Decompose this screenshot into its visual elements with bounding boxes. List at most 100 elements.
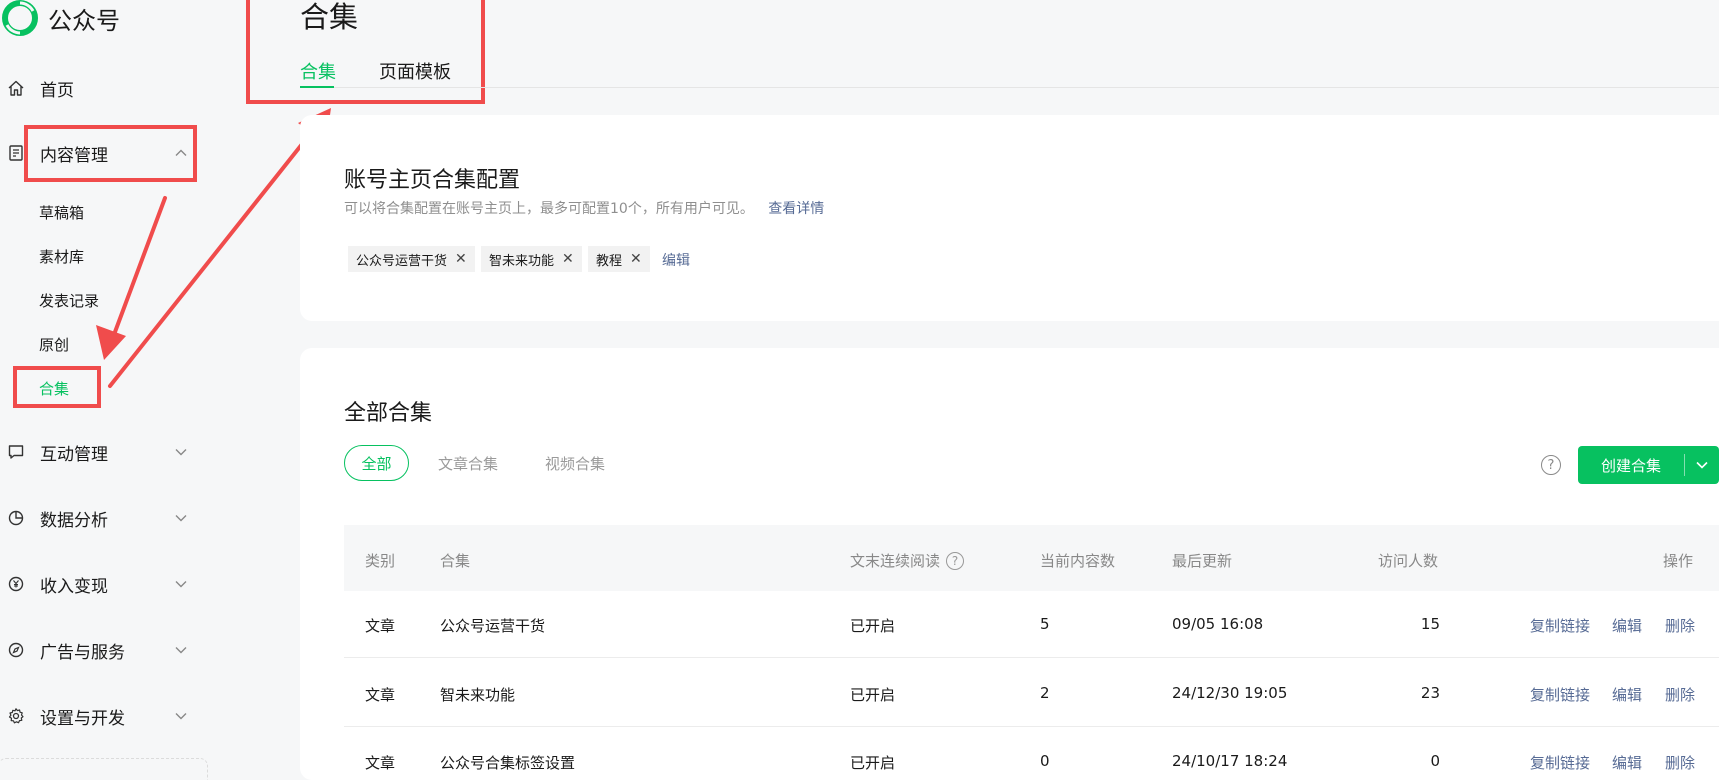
cell-visitors: 0 (1430, 752, 1440, 770)
sidebar-item-label: 首页 (40, 80, 74, 101)
sidebar-item-interaction[interactable]: 互动管理 (0, 432, 200, 472)
copy-link-button[interactable]: 复制链接 (1530, 752, 1590, 773)
sidebar-item-home[interactable]: 首页 (0, 68, 200, 108)
sidebar-item-label: 广告与服务 (40, 642, 125, 663)
sidebar-item-label: 互动管理 (40, 444, 108, 465)
edit-tags-link[interactable]: 编辑 (662, 250, 690, 270)
chevron-down-icon[interactable] (174, 643, 188, 657)
edit-button[interactable]: 编辑 (1612, 752, 1642, 773)
compass-icon (6, 640, 26, 660)
active-tab-indicator (300, 86, 334, 88)
column-header-content-count: 当前内容数 (1040, 552, 1116, 570)
sidebar-item-label: 设置与开发 (40, 708, 125, 729)
homepage-collection-config-card (300, 115, 1719, 321)
cell-last-updated: 24/10/17 18:24 (1172, 752, 1288, 770)
app-name: 公众号 (48, 6, 120, 35)
gear-icon (6, 706, 26, 726)
cell-collection-name: 公众号运营干货 (440, 617, 546, 635)
help-icon[interactable]: ? (1541, 455, 1561, 475)
chat-icon (6, 442, 26, 462)
chevron-down-icon[interactable] (174, 445, 188, 459)
delete-button[interactable]: 删除 (1665, 684, 1695, 705)
cell-type: 文章 (365, 754, 396, 772)
edit-button[interactable]: 编辑 (1612, 615, 1642, 636)
sidebar-item-content-management[interactable]: 内容管理 (0, 133, 200, 173)
pie-chart-icon (6, 508, 26, 528)
cell-collection-name: 智未来功能 (440, 686, 516, 704)
column-header-continuous-reading: 文末连续阅读 ? (850, 550, 965, 571)
create-collection-button[interactable]: 创建合集 (1578, 446, 1719, 484)
tag-label: 公众号运营干货 (356, 253, 448, 269)
yen-icon (6, 574, 26, 594)
filter-video-collections[interactable]: 视频合集 (545, 445, 605, 481)
close-icon[interactable]: ✕ (562, 251, 574, 267)
cell-continuous-reading: 已开启 (850, 686, 896, 704)
column-header-label: 文末连续阅读 (850, 552, 941, 570)
sidebar-subitem-materials[interactable]: 素材库 (39, 246, 84, 267)
sidebar-subitem-original[interactable]: 原创 (39, 334, 69, 355)
cell-visitors: 15 (1420, 615, 1440, 633)
close-icon[interactable]: ✕ (630, 251, 642, 267)
cell-collection-name: 公众号合集标签设置 (440, 754, 576, 772)
sidebar-item-label: 内容管理 (40, 145, 108, 166)
cell-continuous-reading: 已开启 (850, 617, 896, 635)
sidebar-subitem-drafts[interactable]: 草稿箱 (39, 202, 84, 223)
cell-last-updated: 24/12/30 19:05 (1172, 684, 1288, 702)
document-icon (6, 143, 26, 163)
wechat-logo-icon (2, 0, 38, 36)
tab-page-templates[interactable]: 页面模板 (379, 58, 451, 84)
create-collection-label: 创建合集 (1600, 456, 1661, 475)
tab-divider (300, 87, 1719, 88)
filter-all[interactable]: 全部 (344, 445, 409, 481)
chevron-down-icon (1696, 461, 1708, 469)
row-divider (344, 657, 1719, 658)
sidebar-item-label: 收入变现 (40, 576, 108, 597)
sidebar: 公众号 首页 内容管理 草稿箱 素材库 发表记录 原创 合集 互动管理 数据分析 (0, 0, 272, 780)
filter-article-collections[interactable]: 文章合集 (438, 445, 498, 481)
app-logo[interactable]: 公众号 (0, 0, 120, 36)
close-icon[interactable]: ✕ (455, 251, 467, 267)
sidebar-subitem-collections[interactable]: 合集 (39, 378, 69, 399)
create-collection-dropdown[interactable] (1685, 458, 1719, 472)
column-header-last-updated: 最后更新 (1172, 552, 1233, 570)
collection-tag: 公众号运营干货 ✕ (348, 246, 475, 272)
all-collections-title: 全部合集 (344, 401, 433, 426)
column-header-type: 类别 (365, 552, 396, 570)
chevron-up-icon[interactable] (174, 146, 188, 160)
column-header-visitors: 访问人数 (1378, 552, 1439, 570)
view-details-link[interactable]: 查看详情 (768, 201, 824, 217)
config-card-title: 账号主页合集配置 (344, 168, 521, 193)
config-description-text: 可以将合集配置在账号主页上，最多可配置10个，所有用户可见。 (344, 201, 754, 217)
cell-last-updated: 09/05 16:08 (1172, 615, 1264, 633)
sidebar-item-settings-dev[interactable]: 设置与开发 (0, 696, 200, 736)
copy-link-button[interactable]: 复制链接 (1530, 615, 1590, 636)
tab-collections[interactable]: 合集 (300, 58, 336, 84)
sidebar-item-monetization[interactable]: 收入变现 (0, 564, 200, 604)
column-header-collection: 合集 (440, 552, 471, 570)
delete-button[interactable]: 删除 (1665, 752, 1695, 773)
help-icon[interactable]: ? (946, 551, 965, 570)
config-card-description: 可以将合集配置在账号主页上，最多可配置10个，所有用户可见。 查看详情 (344, 198, 824, 218)
edit-button[interactable]: 编辑 (1612, 684, 1642, 705)
collection-tag: 智未来功能 ✕ (481, 246, 582, 272)
cell-content-count: 2 (1040, 684, 1050, 702)
copy-link-button[interactable]: 复制链接 (1530, 684, 1590, 705)
cell-visitors: 23 (1420, 684, 1440, 702)
sidebar-item-analytics[interactable]: 数据分析 (0, 498, 200, 538)
delete-button[interactable]: 删除 (1665, 615, 1695, 636)
table-header (344, 525, 1719, 591)
sidebar-bottom-panel (0, 758, 208, 780)
chevron-down-icon[interactable] (174, 709, 188, 723)
cell-continuous-reading: 已开启 (850, 754, 896, 772)
sidebar-subitem-publish-records[interactable]: 发表记录 (39, 290, 99, 311)
sidebar-item-ads-services[interactable]: 广告与服务 (0, 630, 200, 670)
cell-type: 文章 (365, 686, 396, 704)
row-divider (344, 726, 1719, 727)
chevron-down-icon[interactable] (174, 511, 188, 525)
collection-tag: 教程 ✕ (588, 246, 650, 272)
sidebar-item-label: 数据分析 (40, 510, 108, 531)
tag-label: 智未来功能 (489, 253, 555, 269)
annotation-box-page-header (246, 0, 485, 104)
cell-content-count: 0 (1040, 752, 1050, 770)
chevron-down-icon[interactable] (174, 577, 188, 591)
